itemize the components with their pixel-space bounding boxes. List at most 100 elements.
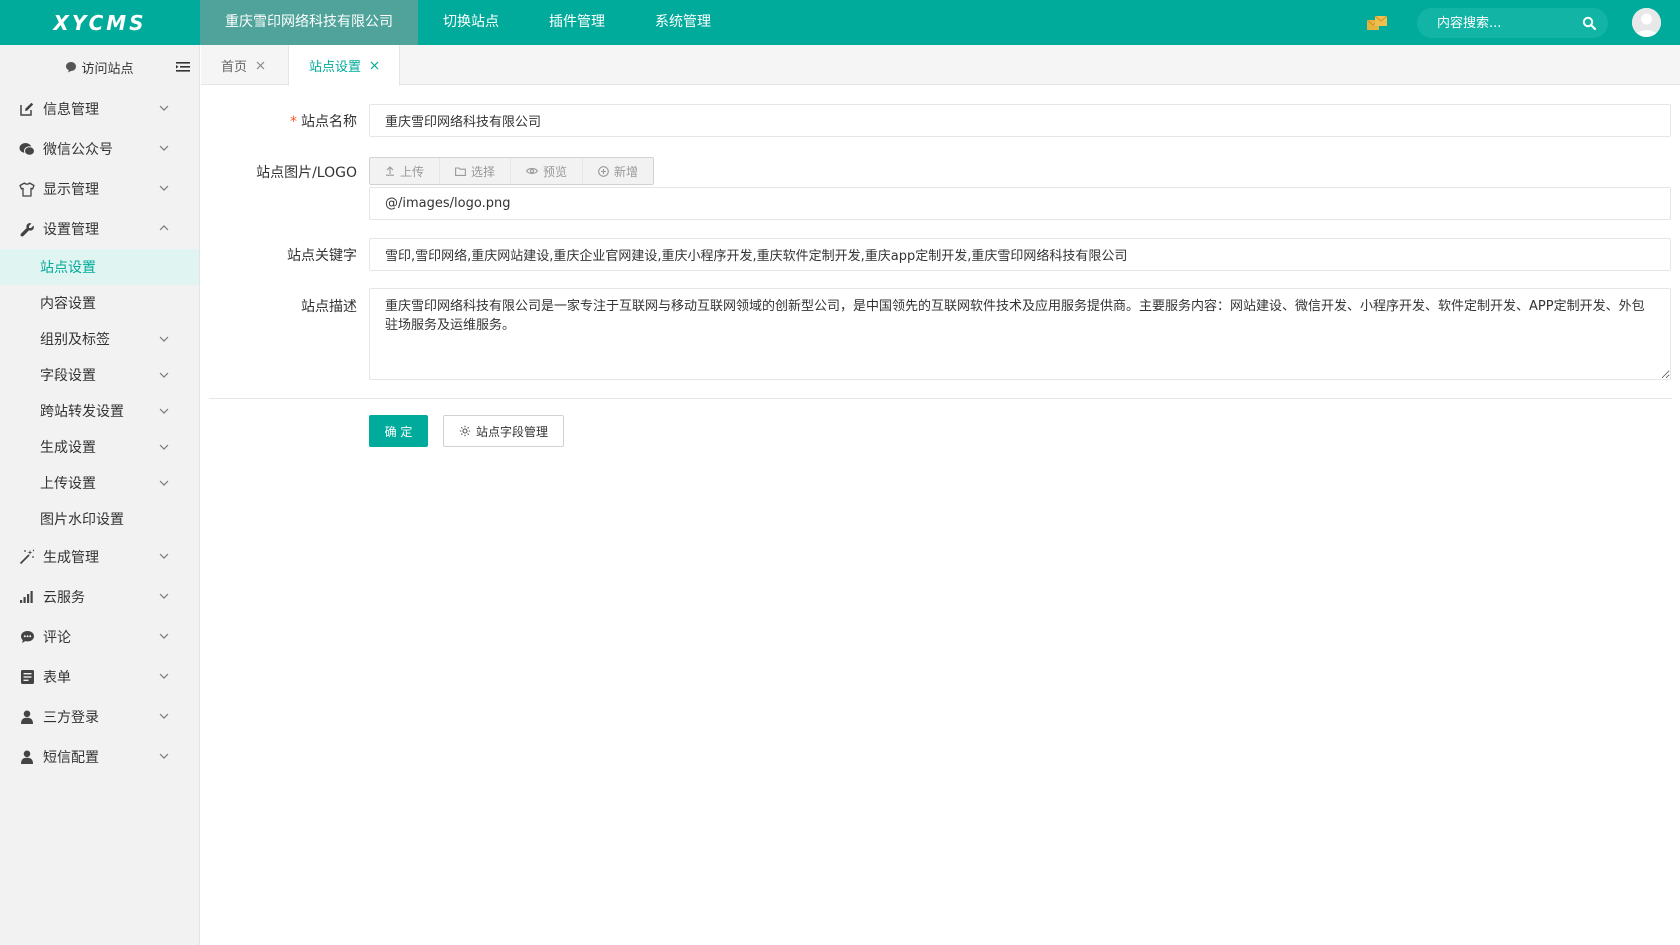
visit-site-link[interactable]: 访问站点 — [65, 58, 134, 77]
logo-button-group: 上传 选择 预览 新增 — [369, 157, 655, 185]
sidebar-subitem-site-settings[interactable]: 站点设置 — [0, 249, 199, 285]
subitem-label: 内容设置 — [40, 296, 96, 312]
subitem-label: 生成设置 — [40, 440, 96, 456]
chevron-down-icon — [159, 633, 169, 639]
site-field-manage-button[interactable]: 站点字段管理 — [443, 415, 564, 447]
sidebar-subitem-watermark[interactable]: 图片水印设置 — [0, 501, 199, 537]
chevron-down-icon — [159, 185, 169, 191]
keywords-label: 站点关键字 — [287, 248, 357, 264]
upload-button[interactable]: 上传 — [370, 158, 441, 184]
bar-chart-icon — [18, 588, 36, 606]
upload-icon — [386, 166, 394, 176]
comment-icon — [18, 628, 36, 646]
nav-item-plugins[interactable]: 插件管理 — [524, 0, 630, 45]
eye-icon — [526, 168, 539, 174]
submit-button[interactable]: 确 定 — [369, 415, 428, 447]
keywords-input[interactable] — [369, 238, 1671, 271]
user-avatar-icon — [1632, 8, 1661, 37]
form-icon — [18, 668, 36, 686]
subitem-label: 站点设置 — [40, 260, 96, 276]
chevron-down-icon — [159, 408, 169, 414]
chevron-down-icon — [159, 753, 169, 759]
chevron-down-icon — [159, 372, 169, 378]
sidebar-item-cloud[interactable]: 云服务 — [0, 577, 199, 617]
add-button[interactable]: 新增 — [583, 158, 653, 184]
user-icon — [18, 708, 36, 726]
chevron-down-icon — [159, 444, 169, 450]
chevron-down-icon — [159, 593, 169, 599]
subitem-label: 图片水印设置 — [40, 512, 124, 528]
tab-home[interactable]: 首页 — [221, 45, 265, 85]
sidebar-item-forms[interactable]: 表单 — [0, 657, 199, 697]
nav-item-switch-site[interactable]: 切换站点 — [418, 0, 524, 45]
sidebar-subitem-field-settings[interactable]: 字段设置 — [0, 357, 199, 393]
sidebar-item-third-party-login[interactable]: 三方登录 — [0, 697, 199, 737]
sidebar-item-wechat[interactable]: 微信公众号 — [0, 129, 199, 169]
chevron-down-icon — [159, 713, 169, 719]
menu-toggle-icon[interactable] — [176, 60, 190, 74]
search-icon[interactable] — [1582, 16, 1596, 30]
chevron-down-icon — [159, 553, 169, 559]
nav-item-system[interactable]: 系统管理 — [630, 0, 736, 45]
logo-label: 站点图片/LOGO — [256, 165, 357, 181]
sidebar-item-settings[interactable]: 设置管理 — [0, 209, 199, 249]
tab-site-settings[interactable]: 站点设置 — [288, 45, 401, 86]
sidebar-item-label: 信息管理 — [43, 102, 99, 118]
sidebar-item-display[interactable]: 显示管理 — [0, 169, 199, 209]
subitem-label: 组别及标签 — [40, 332, 110, 348]
visit-site-row: 访问站点 — [0, 45, 199, 89]
chevron-down-icon — [159, 336, 169, 342]
subitem-label: 字段设置 — [40, 368, 96, 384]
preview-button[interactable]: 预览 — [511, 158, 584, 184]
gear-icon — [459, 425, 471, 437]
sidebar-subitem-cross-site[interactable]: 跨站转发设置 — [0, 393, 199, 429]
site-name-input[interactable] — [369, 104, 1671, 137]
chevron-down-icon — [159, 105, 169, 111]
close-icon[interactable] — [256, 61, 265, 70]
sidebar-item-label: 短信配置 — [43, 750, 99, 766]
top-nav: 重庆雪印网络科技有限公司 切换站点 插件管理 系统管理 — [200, 0, 736, 45]
sidebar-item-label: 生成管理 — [43, 550, 99, 566]
edit-icon — [18, 100, 36, 118]
mail-icon[interactable] — [1366, 14, 1388, 32]
search-box — [1417, 8, 1608, 38]
close-icon[interactable] — [370, 61, 379, 70]
description-label: 站点描述 — [301, 299, 357, 315]
logo-path-input[interactable] — [369, 187, 1671, 220]
sidebar-subitem-groups-tags[interactable]: 组别及标签 — [0, 321, 199, 357]
top-bar: XYCMS 重庆雪印网络科技有限公司 切换站点 插件管理 系统管理 — [0, 0, 1680, 45]
chevron-down-icon — [159, 673, 169, 679]
sidebar-item-sms[interactable]: 短信配置 — [0, 737, 199, 777]
sidebar-subitem-generate-settings[interactable]: 生成设置 — [0, 429, 199, 465]
tab-label: 站点设置 — [309, 60, 362, 75]
logo[interactable]: XYCMS — [0, 0, 200, 45]
nav-item-current-site[interactable]: 重庆雪印网络科技有限公司 — [200, 0, 418, 45]
folder-icon — [455, 166, 466, 176]
description-textarea[interactable]: 重庆雪印网络科技有限公司是一家专注于互联网与移动互联网领域的创新型公司，是中国领… — [369, 288, 1671, 380]
tab-bar: 首页 站点设置 — [201, 45, 1680, 86]
sidebar-item-info[interactable]: 信息管理 — [0, 89, 199, 129]
chat-bubble-icon — [66, 62, 77, 73]
sidebar-item-generate[interactable]: 生成管理 — [0, 537, 199, 577]
shirt-icon — [18, 180, 36, 198]
sidebar-subitem-content-settings[interactable]: 内容设置 — [0, 285, 199, 321]
user-icon — [18, 748, 36, 766]
chevron-up-icon — [159, 225, 169, 231]
plus-circle-icon — [598, 165, 609, 177]
sidebar-item-label: 微信公众号 — [43, 142, 113, 158]
wechat-icon — [18, 140, 36, 158]
tab-label: 首页 — [221, 59, 248, 75]
sidebar-item-label: 评论 — [43, 630, 71, 646]
avatar[interactable] — [1632, 8, 1661, 37]
sidebar-item-label: 设置管理 — [43, 222, 99, 238]
subitem-label: 跨站转发设置 — [40, 404, 124, 420]
wrench-icon — [18, 220, 36, 238]
select-button[interactable]: 选择 — [440, 158, 512, 184]
sidebar-item-comments[interactable]: 评论 — [0, 617, 199, 657]
sidebar-subitem-upload-settings[interactable]: 上传设置 — [0, 465, 199, 501]
form-divider — [209, 398, 1672, 399]
sidebar-item-label: 云服务 — [43, 590, 85, 606]
subitem-label: 上传设置 — [40, 476, 96, 492]
visit-site-label: 访问站点 — [81, 61, 134, 77]
search-input[interactable] — [1437, 8, 1577, 38]
